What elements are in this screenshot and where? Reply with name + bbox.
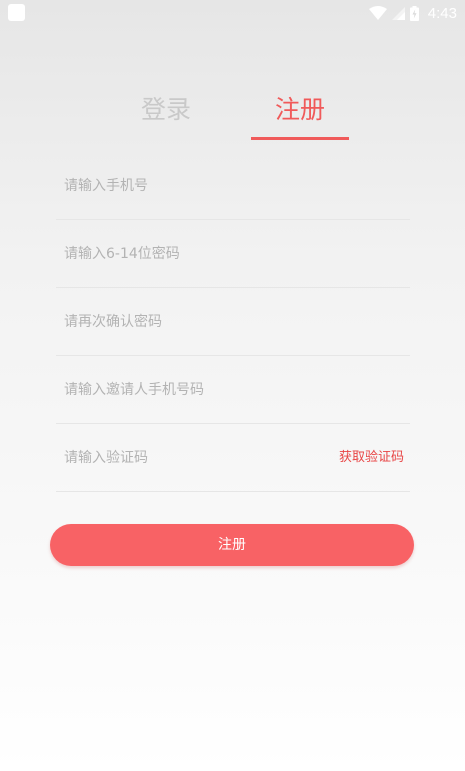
- tab-login[interactable]: 登录: [116, 88, 216, 142]
- confirm-password-input[interactable]: [64, 288, 324, 356]
- battery-icon: [409, 5, 419, 21]
- status-bar: 4:43: [0, 0, 465, 26]
- register-form: 获取验证码: [56, 152, 410, 492]
- get-code-button[interactable]: 获取验证码: [339, 424, 404, 492]
- tab-register-label: 注册: [274, 95, 325, 124]
- password-field-row: [56, 220, 410, 288]
- status-icons: 4:43: [368, 3, 457, 23]
- confirm-password-field-row: [56, 288, 410, 356]
- inviter-phone-field-row: [56, 356, 410, 424]
- app-notification-icon: [8, 4, 25, 21]
- signal-icon: [391, 6, 405, 20]
- status-time: 4:43: [427, 4, 457, 22]
- auth-tabs: 登录 注册: [0, 88, 465, 142]
- phone-input[interactable]: [64, 152, 324, 220]
- tab-register[interactable]: 注册: [251, 88, 349, 142]
- register-submit-button[interactable]: 注册: [50, 524, 414, 566]
- verification-code-input[interactable]: [64, 424, 324, 492]
- wifi-icon: [368, 6, 387, 20]
- active-tab-indicator: [251, 137, 349, 140]
- verification-code-field-row: 获取验证码: [56, 424, 410, 492]
- password-input[interactable]: [64, 220, 324, 288]
- inviter-phone-input[interactable]: [64, 356, 324, 424]
- phone-field-row: [56, 152, 410, 220]
